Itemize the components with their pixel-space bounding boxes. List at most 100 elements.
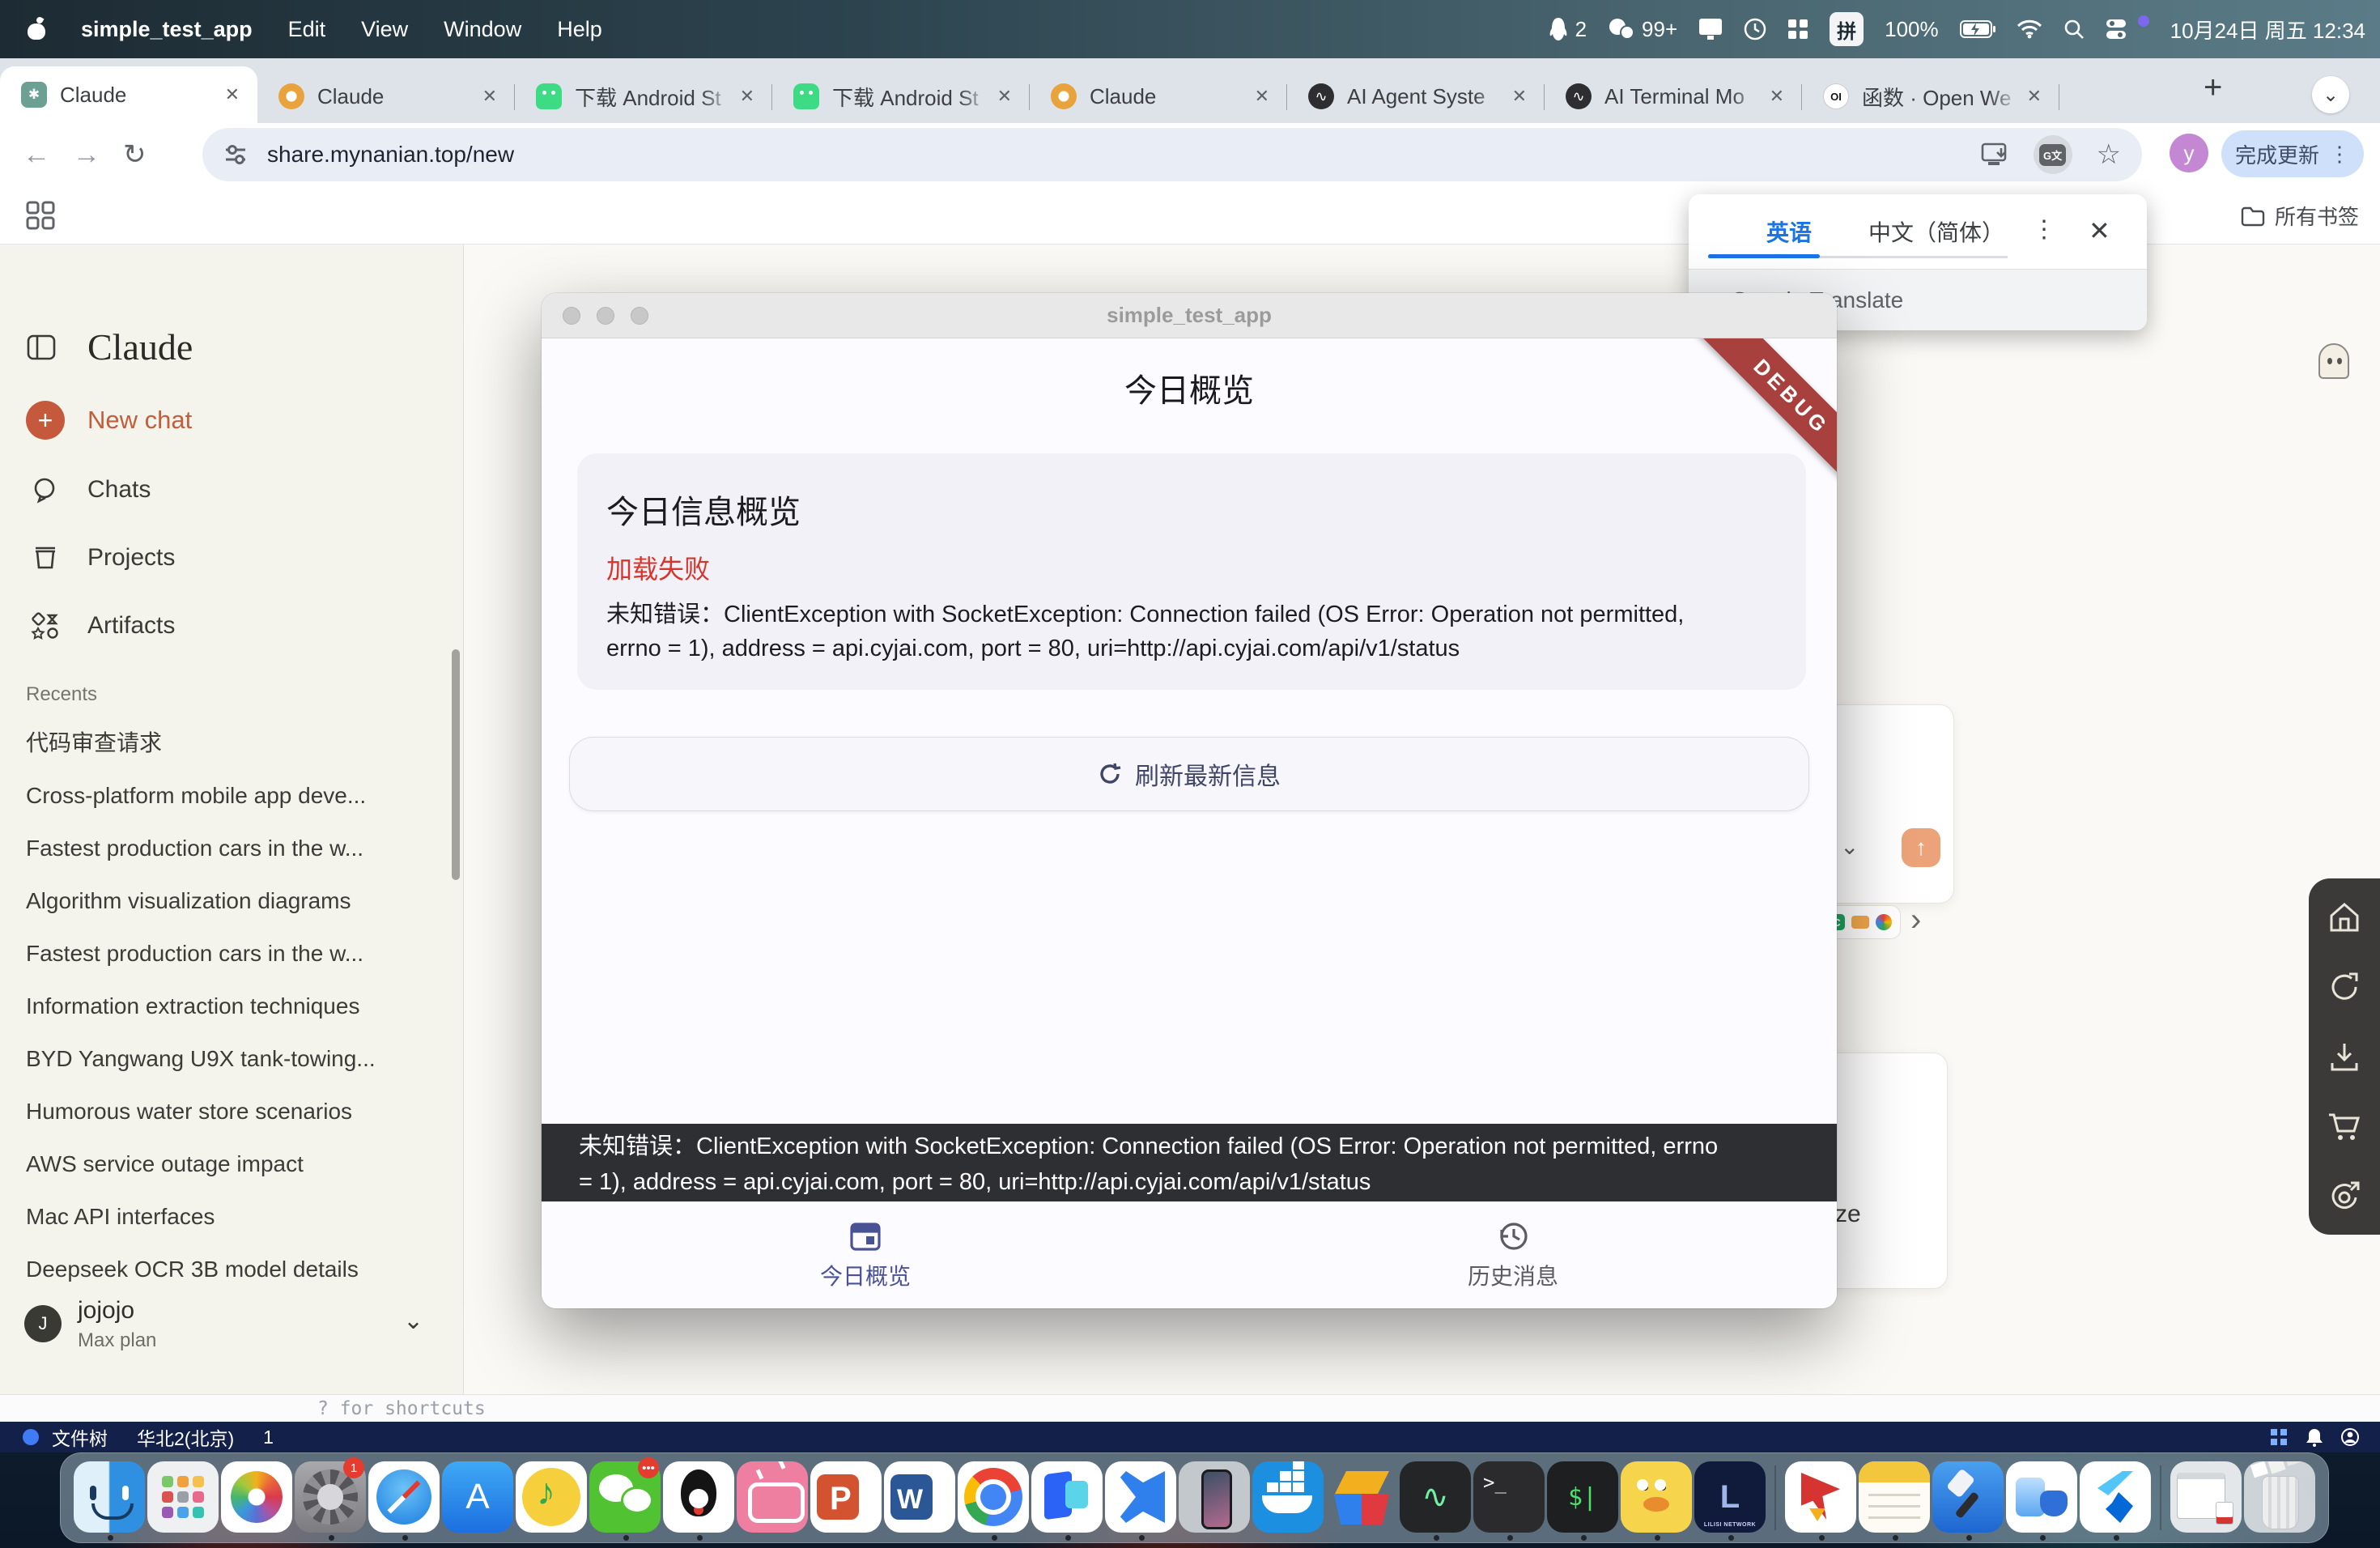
tab-close-icon[interactable]: ✕ — [733, 83, 761, 110]
browser-tab[interactable]: Claude ✕ — [257, 70, 515, 123]
qq-status-icon[interactable]: 2 — [1548, 17, 1587, 42]
reload-button[interactable]: ↻ — [123, 138, 147, 171]
dock-docker-icon[interactable] — [1252, 1456, 1324, 1540]
tab-close-icon[interactable]: ✕ — [219, 81, 246, 108]
site-settings-icon[interactable] — [223, 142, 248, 167]
app-title-bar[interactable]: simple_test_app — [542, 293, 1837, 338]
recent-chat-item[interactable]: Fastest production cars in the w... — [0, 931, 450, 976]
tab-close-icon[interactable]: ✕ — [1763, 83, 1791, 110]
dock-photos-icon[interactable] — [221, 1456, 292, 1540]
dock-redarrow-icon[interactable] — [1785, 1456, 1856, 1540]
tab-groups-icon[interactable] — [26, 201, 55, 230]
translate-tab-chinese[interactable]: 中文（简体） — [1855, 215, 2017, 248]
translate-tab-english[interactable]: 英语 — [1736, 215, 1842, 248]
refresh-button[interactable]: 刷新最新信息 — [569, 737, 1809, 811]
dock-qq-icon[interactable] — [663, 1456, 734, 1540]
browser-tab[interactable]: 下载 Android St ✕ — [772, 70, 1030, 123]
dock-xcode-icon[interactable] — [1932, 1456, 2004, 1540]
send-button[interactable]: ↑ — [1902, 828, 1940, 867]
back-button[interactable]: ← — [23, 139, 50, 171]
dock-launchpad-icon[interactable] — [147, 1456, 219, 1540]
dock-moneyterm-icon[interactable]: $| — [1547, 1456, 1618, 1540]
new-tab-button[interactable]: + — [2204, 70, 2222, 106]
refresh-icon[interactable] — [2327, 969, 2362, 1005]
dock-safari-icon[interactable] — [368, 1456, 440, 1540]
dock-freeform-icon[interactable] — [2006, 1456, 2077, 1540]
chat-input-fragment[interactable]: ⌄ ↑ — [1821, 704, 1954, 904]
target-share-icon[interactable] — [2327, 1178, 2362, 1214]
menubar-clock[interactable]: 10月24日 周五 12:34 — [2170, 15, 2365, 45]
apple-menu-icon[interactable] — [28, 19, 45, 40]
more-menu-dots[interactable]: ⋮ — [2329, 142, 2350, 167]
google-translate-icon[interactable]: G文 — [2034, 135, 2072, 174]
expand-chevron[interactable]: › — [1910, 902, 1921, 938]
dock-vmbox-icon[interactable] — [1326, 1456, 1397, 1540]
wechat-status-icon[interactable]: 99+ — [1608, 17, 1677, 42]
all-bookmarks-button[interactable]: 所有书签 — [2241, 201, 2359, 231]
tab-search-button[interactable]: ⌄ — [2312, 76, 2349, 113]
sidebar-item-chats[interactable]: Chats — [0, 461, 464, 518]
recent-chat-item[interactable]: Fastest production cars in the w... — [0, 826, 450, 871]
claude-logo[interactable]: Claude — [87, 325, 193, 368]
dock-chrome-icon[interactable] — [958, 1456, 1029, 1540]
apps-grid-icon[interactable] — [2270, 1428, 2288, 1446]
dock-lilisi-icon[interactable]: LLILISI NETWORK — [1694, 1456, 1766, 1540]
dock-winthumb-icon[interactable] — [2170, 1456, 2242, 1540]
dock-appstore-icon[interactable]: A — [442, 1456, 513, 1540]
dock-finder-icon[interactable] — [74, 1456, 145, 1540]
browser-tab[interactable]: 下载 Android St ✕ — [515, 70, 772, 123]
control-center-icon[interactable] — [2106, 19, 2130, 40]
browser-tab[interactable]: OI 函数 · Open We ✕ — [1802, 70, 2059, 123]
translate-options-icon[interactable]: ⋮ — [2032, 215, 2056, 244]
dock-notes-icon[interactable] — [1859, 1456, 1930, 1540]
browser-tab[interactable]: ∿ AI Agent Syste ✕ — [1287, 70, 1545, 123]
install-app-icon[interactable] — [1982, 142, 2009, 168]
stage-manager-icon[interactable] — [1787, 19, 1808, 40]
sidebar-toggle-icon[interactable] — [28, 335, 55, 359]
recent-chat-item[interactable]: AWS service outage impact — [0, 1142, 450, 1187]
recent-chat-item[interactable]: Cross-platform mobile app deve... — [0, 773, 450, 819]
dock-trae-icon[interactable] — [1031, 1456, 1103, 1540]
ghost-icon[interactable] — [2318, 343, 2349, 379]
tab-close-icon[interactable]: ✕ — [1506, 83, 1533, 110]
menu-help[interactable]: Help — [557, 17, 602, 42]
sidebar-scrollbar[interactable] — [452, 649, 460, 880]
bookmark-star-icon[interactable]: ☆ — [2097, 138, 2121, 171]
chrome-update-button[interactable]: 完成更新 ⋮ — [2221, 130, 2364, 177]
notification-bell-icon[interactable] — [2306, 1427, 2323, 1447]
region-label[interactable]: 华北2(北京) — [137, 1423, 234, 1451]
recent-chat-item[interactable]: Deepseek OCR 3B model details — [0, 1247, 450, 1292]
browser-tab[interactable]: ∿ AI Terminal Mo ✕ — [1545, 70, 1802, 123]
tab-close-icon[interactable]: ✕ — [476, 83, 504, 110]
address-bar[interactable]: share.mynanian.top/new G文 ☆ — [202, 128, 2142, 181]
recent-chat-item[interactable]: BYD Yangwang U9X tank-towing... — [0, 1036, 450, 1082]
dock-qqmusic-icon[interactable] — [516, 1456, 587, 1540]
forward-button[interactable]: → — [73, 139, 100, 171]
dock-flutter-icon[interactable] — [2080, 1456, 2151, 1540]
browser-tab[interactable]: Claude ✕ — [1030, 70, 1287, 123]
recent-chat-item[interactable]: Information extraction techniques — [0, 984, 450, 1029]
tab-today-overview[interactable]: 今日概览 — [542, 1201, 1189, 1308]
dock-trash-icon[interactable] — [2244, 1456, 2315, 1540]
dock-iphone-icon[interactable] — [1179, 1456, 1250, 1540]
browser-tab[interactable]: ✱ Claude ✕ — [0, 66, 257, 123]
dock-ppt-icon[interactable] — [810, 1456, 882, 1540]
dock-activity-icon[interactable]: ∿ — [1400, 1456, 1471, 1540]
recent-chat-item[interactable]: Mac API interfaces — [0, 1194, 450, 1240]
wifi-icon[interactable] — [2017, 19, 2042, 39]
menu-app-name[interactable]: simple_test_app — [81, 17, 253, 42]
recent-chat-item[interactable]: 代码审查请求 — [0, 721, 450, 766]
new-chat-button[interactable]: + New chat — [0, 392, 464, 449]
tab-close-icon[interactable]: ✕ — [1248, 83, 1276, 110]
recent-chat-item[interactable]: Algorithm visualization diagrams — [0, 878, 450, 924]
profile-avatar[interactable]: y — [2170, 134, 2208, 172]
cart-icon[interactable] — [2326, 1108, 2363, 1144]
menu-view[interactable]: View — [361, 17, 408, 42]
user-circle-icon[interactable] — [2341, 1428, 2359, 1446]
input-method-icon[interactable]: 拼 — [1830, 12, 1864, 46]
tab-close-icon[interactable]: ✕ — [991, 83, 1018, 110]
menu-window[interactable]: Window — [444, 17, 521, 42]
workbench-app-icon[interactable] — [23, 1429, 39, 1445]
dock-duck-icon[interactable] — [1621, 1456, 1692, 1540]
battery-icon[interactable] — [1960, 19, 1995, 39]
